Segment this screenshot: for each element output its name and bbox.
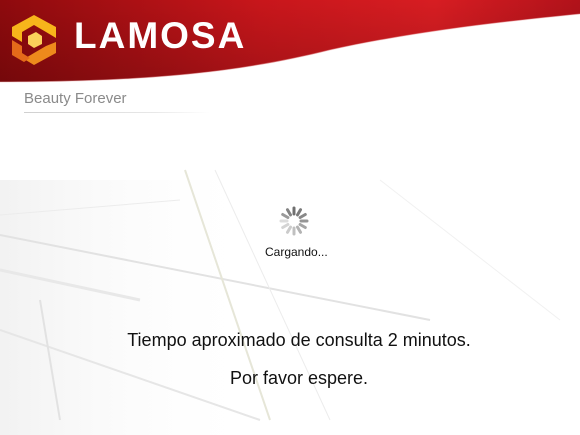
spinner-icon xyxy=(279,206,309,236)
tagline-divider xyxy=(24,112,210,113)
lamosa-logo-icon xyxy=(12,15,56,65)
please-wait-message: Por favor espere. xyxy=(229,368,369,388)
wait-time-message: Tiempo aproximado de consulta 2 minutos. xyxy=(127,330,471,350)
tagline: Beauty Forever xyxy=(24,90,127,107)
brand-name: LAMOSA xyxy=(74,15,247,56)
loading-page: LAMOSA Beauty Forever Cargando... Tiempo… xyxy=(0,0,580,435)
loading-label: Cargando... xyxy=(265,245,328,259)
